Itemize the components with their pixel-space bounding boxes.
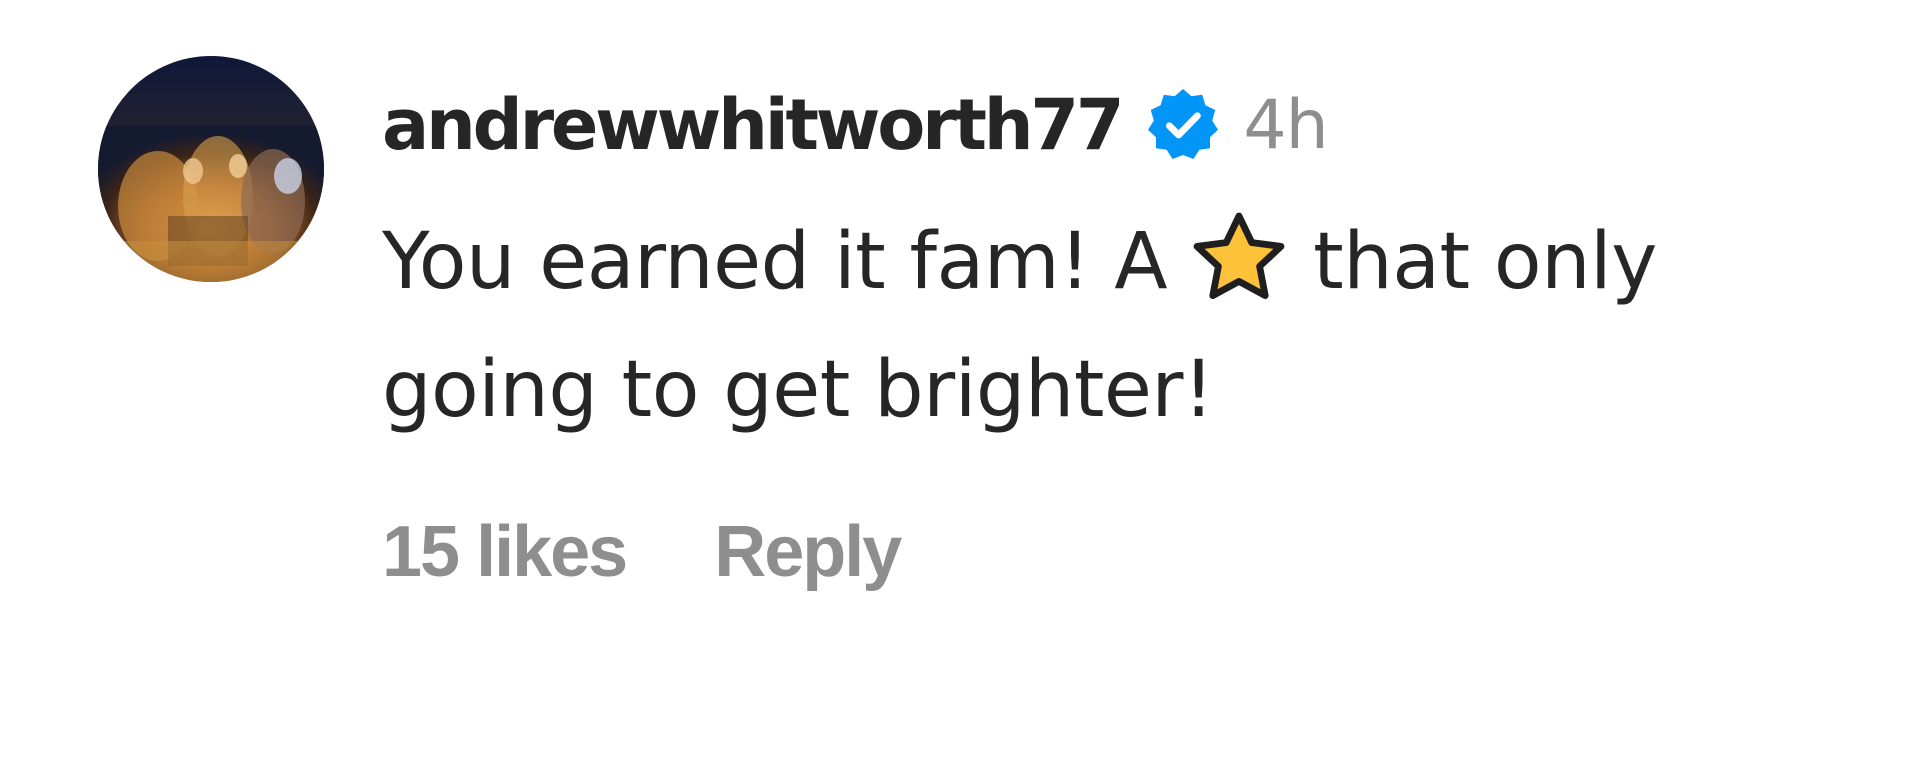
comment-text-line-2: going to get brighter! bbox=[382, 345, 1214, 435]
likes-count-button[interactable]: 15 likes bbox=[382, 511, 628, 593]
reply-button[interactable]: Reply bbox=[714, 511, 902, 593]
avatar[interactable] bbox=[98, 56, 324, 282]
timestamp-link[interactable]: 4h bbox=[1243, 86, 1328, 165]
verified-badge-icon bbox=[1143, 85, 1223, 165]
comment-header: andrewwhitworth77 4h bbox=[382, 80, 1329, 170]
comment-actions: 15 likes Reply bbox=[382, 511, 902, 593]
star-emoji-icon bbox=[1187, 210, 1291, 306]
username-link[interactable]: andrewwhitworth77 bbox=[382, 84, 1125, 166]
comment-text: You earned it fam! A that only going to g… bbox=[382, 198, 1882, 454]
comment-text-line-1: You earned it fam! A that only bbox=[382, 198, 1882, 326]
comment-text-after-emoji: that only bbox=[1313, 217, 1657, 307]
avatar-photo bbox=[98, 56, 324, 282]
comment-text-before-emoji: You earned it fam! A bbox=[382, 217, 1168, 307]
comment-item: andrewwhitworth77 4h You earned it fam! … bbox=[0, 0, 1920, 763]
